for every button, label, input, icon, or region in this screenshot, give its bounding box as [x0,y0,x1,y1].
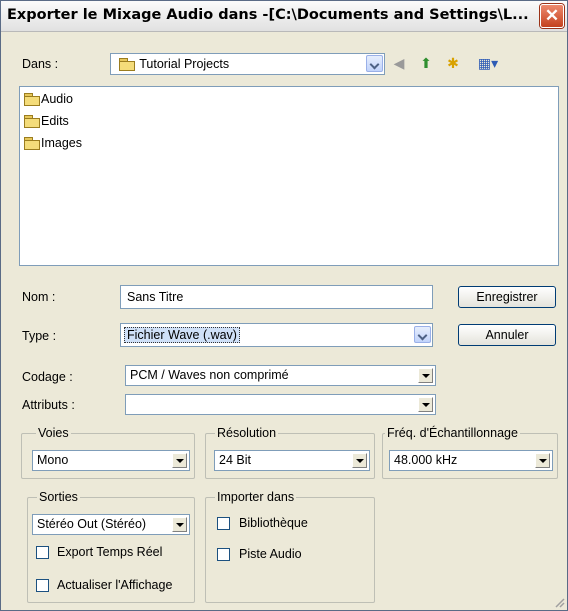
chevron-down-icon[interactable] [418,397,433,412]
audio-track-checkbox[interactable] [217,548,230,561]
sample-rate-label: Fréq. d'Échantillonnage [385,426,520,440]
refresh-display-checkbox[interactable] [36,579,49,592]
file-name: Edits [41,114,69,128]
save-button[interactable]: Enregistrer [458,286,556,308]
chevron-down-icon[interactable] [352,453,367,468]
attributes-label: Attributs : [22,398,75,412]
name-label: Nom : [22,290,56,304]
audio-track-label: Piste Audio [239,547,302,561]
file-name: Audio [41,92,73,106]
new-folder-icon[interactable]: ✱ [444,54,462,72]
chevron-down-icon[interactable] [172,453,187,468]
list-item[interactable]: Audio [24,92,73,106]
coding-dropdown[interactable]: PCM / Waves non comprimé [125,365,436,386]
close-button[interactable]: ✕ [540,4,564,28]
look-in-dropdown[interactable]: Tutorial Projects [110,53,385,75]
realtime-export-checkbox[interactable] [36,546,49,559]
folder-icon [24,137,40,150]
attributes-dropdown[interactable] [125,394,436,415]
cancel-button[interactable]: Annuler [458,324,556,346]
window-title: Exporter le Mixage Audio dans -[C:\Docum… [7,7,529,23]
look-in-value: Tutorial Projects [139,57,230,71]
file-list[interactable]: Audio Edits Images [19,86,559,266]
outputs-label: Sorties [37,490,80,504]
resolution-dropdown[interactable]: 24 Bit [214,450,370,471]
resize-grip-icon[interactable] [553,596,565,608]
library-label: Bibliothèque [239,516,308,530]
channels-dropdown[interactable]: Mono [32,450,190,471]
file-name: Images [41,136,82,150]
chevron-down-icon[interactable] [366,55,383,72]
close-icon: ✕ [544,6,560,25]
library-checkbox[interactable] [217,517,230,530]
export-dialog: Exporter le Mixage Audio dans -[C:\Docum… [0,0,568,611]
title-bar[interactable]: Exporter le Mixage Audio dans -[C:\Docum… [1,1,567,32]
back-arrow-icon[interactable]: ◀ [390,54,408,72]
channels-label: Voies [36,426,71,440]
folder-icon [24,115,40,128]
folder-icon [24,93,40,106]
list-item[interactable]: Images [24,136,82,150]
sample-rate-dropdown[interactable]: 48.000 kHz [389,450,553,471]
up-folder-icon[interactable]: ⬆ [417,54,435,72]
chevron-down-icon[interactable] [172,517,187,532]
list-item[interactable]: Edits [24,114,69,128]
resolution-label: Résolution [215,426,279,440]
coding-label: Codage : [22,370,73,384]
import-into-label: Importer dans [215,490,297,504]
outputs-dropdown[interactable]: Stéréo Out (Stéréo) [32,514,190,535]
folder-icon [119,58,135,71]
chevron-down-icon[interactable] [418,368,433,383]
type-dropdown[interactable]: Fichier Wave (.wav) [120,323,433,347]
realtime-export-label: Export Temps Réel [57,545,163,559]
name-input[interactable]: Sans Titre [120,285,433,309]
chevron-down-icon[interactable] [535,453,550,468]
type-label: Type : [22,329,57,343]
refresh-display-label: Actualiser l'Affichage [57,578,173,592]
view-menu-icon[interactable]: ▦▾ [474,54,502,72]
chevron-down-icon[interactable] [414,326,431,343]
look-in-label: Dans : [22,57,59,71]
